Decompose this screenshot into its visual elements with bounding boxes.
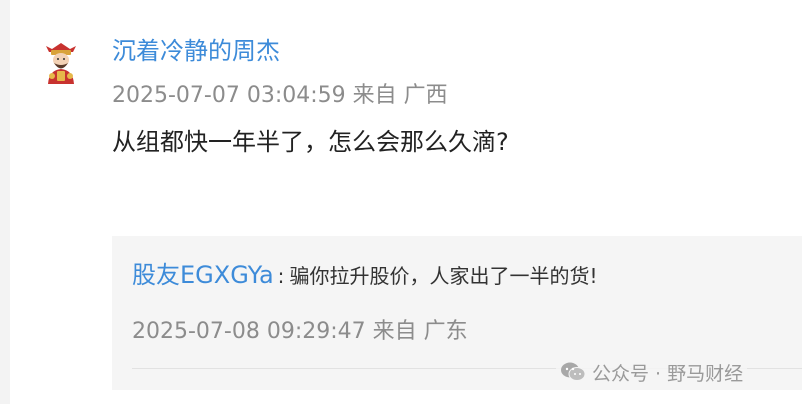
left-margin-strip bbox=[0, 0, 10, 404]
comment-text: 从组都快一年半了，怎么会那么久滴? bbox=[112, 128, 509, 156]
wechat-icon bbox=[561, 362, 586, 381]
watermark-text: 公众号 · 野马财经 bbox=[592, 362, 744, 385]
caishen-avatar-icon bbox=[46, 43, 76, 84]
reply-separator: : bbox=[277, 264, 285, 288]
user-avatar[interactable] bbox=[38, 40, 84, 86]
watermark: 公众号 · 野马财经 bbox=[556, 357, 748, 387]
reply-username[interactable]: 股友EGXGYa bbox=[132, 261, 274, 289]
reply-line: 股友EGXGYa: 骗你拉升股价，人家出了一半的货! bbox=[132, 258, 598, 295]
comment-username[interactable]: 沉着冷静的周杰 bbox=[112, 34, 280, 68]
reply-meta: 2025-07-08 09:29:47 来自 广东 bbox=[132, 319, 468, 344]
comment-meta: 2025-07-07 03:04:59 来自 广西 bbox=[112, 83, 448, 108]
reply-text: 骗你拉升股价，人家出了一半的货! bbox=[289, 264, 598, 288]
